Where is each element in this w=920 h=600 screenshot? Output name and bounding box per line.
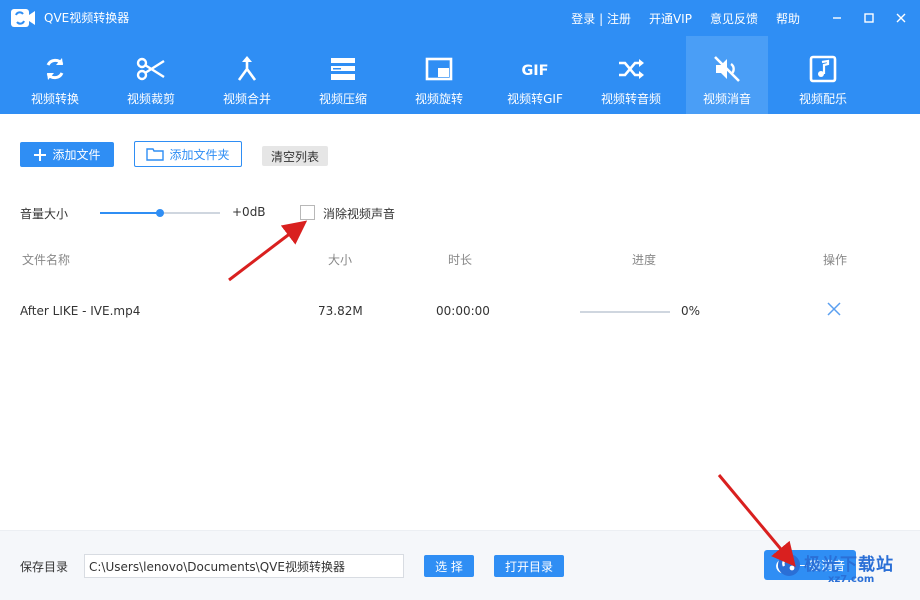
minimize-button[interactable] [824,0,850,36]
plus-icon [34,148,47,161]
header-file-name: 文件名称 [22,253,71,267]
tool-video-convert[interactable]: 视频转换 [14,36,96,114]
tool-video-mute[interactable]: 视频消音 [686,36,768,114]
compress-icon [331,58,355,80]
help-link[interactable]: 帮助 [776,10,800,27]
clear-list-button[interactable]: 清空列表 [262,146,328,166]
file-name-cell: After LIKE - IVE.mp4 [20,304,141,318]
save-path-input[interactable] [84,554,404,578]
tool-label: 视频合并 [222,92,271,106]
watermark-subtext: xz7.com [828,574,875,585]
tool-label: 视频旋转 [414,92,463,106]
tool-label: 视频转换 [30,92,79,106]
music-icon [809,55,837,83]
top-links: 登录 | 注册 开通VIP 意见反馈 帮助 [553,0,920,36]
volume-slider[interactable] [100,209,220,217]
title-bar: QVE视频转换器 登录 | 注册 开通VIP 意见反馈 帮助 [0,0,920,36]
maximize-icon [864,13,874,23]
tool-label: 视频压缩 [318,92,367,106]
app-logo-icon [11,9,35,27]
close-icon [896,13,906,23]
tool-label: 视频转GIF [507,92,563,106]
choose-dir-button[interactable]: 选 择 [424,555,474,577]
volume-label: 音量大小 [20,207,69,221]
close-button[interactable] [888,0,914,36]
tool-video-to-gif[interactable]: GIF 视频转GIF [494,36,576,114]
open-dir-button[interactable]: 打开目录 [494,555,564,577]
progress-text: 0% [681,304,701,318]
svg-text:GIF: GIF [521,63,548,79]
login-register-link[interactable]: 登录 | 注册 [571,10,631,27]
watermark: 极光下载站 xz7.com [776,548,916,596]
merge-icon [237,56,257,81]
folder-icon [146,148,165,161]
volume-slider-fill [100,212,160,214]
delete-icon[interactable] [826,301,842,317]
watermark-logo-icon [778,554,800,576]
tool-label: 视频消音 [702,92,751,106]
header-size: 大小 [328,253,353,267]
tool-video-to-audio[interactable]: 视频转音频 [590,36,672,114]
tool-label: 视频配乐 [798,92,847,106]
main-content: 添加文件 添加文件夹 清空列表 音量大小 +0dB 消除视频声音 文件名称 大小… [0,114,920,530]
tool-video-crop[interactable]: 视频裁剪 [110,36,192,114]
function-toolbar: 视频转换 视频裁剪 视频合并 视频压缩 视频旋转 GIF 视频转GIF 视频转音… [0,36,920,114]
volume-value: +0dB [232,205,266,219]
tool-video-rotate[interactable]: 视频旋转 [398,36,480,114]
header-actions: 操作 [823,253,848,267]
tool-label: 视频转音频 [600,92,661,106]
tool-video-merge[interactable]: 视频合并 [206,36,288,114]
header-duration: 时长 [448,253,473,267]
tool-video-music[interactable]: 视频配乐 [782,36,864,114]
tool-video-compress[interactable]: 视频压缩 [302,36,384,114]
mute-checkbox-label[interactable]: 消除视频声音 [323,205,395,222]
file-duration-cell: 00:00:00 [436,304,490,318]
rotate-icon [425,57,453,81]
add-file-label: 添加文件 [52,148,101,162]
watermark-text: 极光下载站 [804,555,894,575]
shuffle-icon [619,59,644,79]
feedback-link[interactable]: 意见反馈 [710,10,758,27]
gif-icon: GIF [521,63,548,79]
refresh-icon [46,58,64,80]
tool-label: 视频裁剪 [126,92,175,106]
add-folder-button[interactable]: 添加文件夹 [134,141,242,167]
minimize-icon [833,17,841,19]
vip-link[interactable]: 开通VIP [649,10,692,27]
mute-icon [714,56,740,82]
maximize-button[interactable] [856,0,882,36]
add-file-button[interactable]: 添加文件 [20,142,114,167]
file-size-cell: 73.82M [318,304,363,318]
volume-slider-handle[interactable] [156,209,164,217]
mute-checkbox[interactable] [300,205,315,220]
progress-bar [580,311,670,313]
save-dir-label: 保存目录 [20,560,69,574]
app-title: QVE视频转换器 [44,11,130,25]
header-progress: 进度 [632,253,657,267]
window-controls [818,0,914,36]
add-folder-label: 添加文件夹 [169,147,230,162]
scissors-icon [136,57,165,81]
